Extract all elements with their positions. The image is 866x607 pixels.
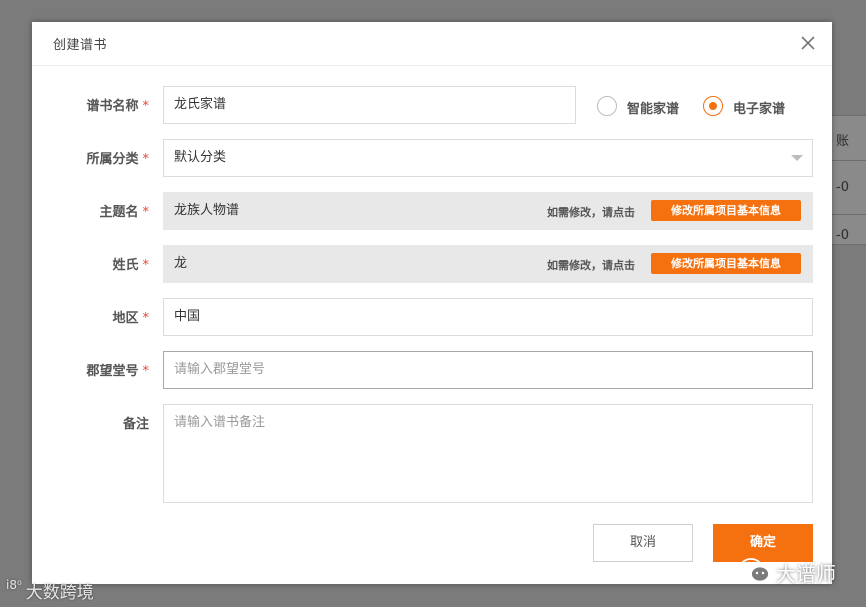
dialog-title: 创建谱书 (53, 38, 108, 53)
watermark-left-text: 大数跨境 (25, 583, 94, 603)
book-name-input[interactable]: 龙氏家谱 (163, 86, 576, 124)
theme-edit-hint: 如需修改，请点击 (547, 206, 635, 219)
close-icon[interactable] (798, 33, 818, 53)
wechat-icon (738, 557, 772, 589)
edit-project-info-button[interactable]: 修改所属项目基本信息 (651, 253, 801, 274)
radio-checked-icon (703, 96, 723, 116)
surname-edit-hint: 如需修改，请点击 (547, 259, 635, 272)
remarks-textarea[interactable]: 请输入谱书备注 (163, 404, 813, 503)
dialog-header: 创建谱书 (32, 22, 832, 66)
hall-name-input[interactable]: 请输入郡望堂号 (163, 351, 813, 389)
book-name-label: 谱书名称 * (86, 99, 149, 114)
watermark-logo-icon: i8⁰ (6, 578, 22, 592)
hall-name-label: 郡望堂号 * (86, 364, 149, 379)
edit-project-info-button[interactable]: 修改所属项目基本信息 (651, 200, 801, 221)
watermark-left: i8⁰ 大数跨境 (6, 578, 94, 603)
region-label: 地区 * (112, 311, 149, 326)
radio-unchecked-icon (597, 96, 617, 116)
background-header-text: 账 (836, 134, 850, 149)
chevron-down-icon (791, 155, 803, 161)
theme-name-label: 主题名 * (99, 205, 149, 220)
category-select[interactable]: 默认分类 (163, 139, 813, 177)
region-input[interactable]: 中国 (163, 298, 813, 336)
cancel-button[interactable]: 取消 (593, 524, 693, 562)
create-book-dialog: 创建谱书 谱书名称 * 龙氏家谱 智能家谱 电子家谱 所属分类 * 默认分类 主题名… (32, 22, 832, 584)
background-cell-text: -0 (836, 228, 849, 243)
category-label: 所属分类 * (86, 152, 149, 167)
watermark-right-text: 大谱师 (776, 562, 836, 586)
surname-label: 姓氏 * (112, 258, 149, 273)
remarks-label: 备注 (122, 417, 149, 432)
background-cell-text: -0 (836, 180, 849, 195)
background-table-fragment: 账 -0 -0 (832, 115, 866, 245)
